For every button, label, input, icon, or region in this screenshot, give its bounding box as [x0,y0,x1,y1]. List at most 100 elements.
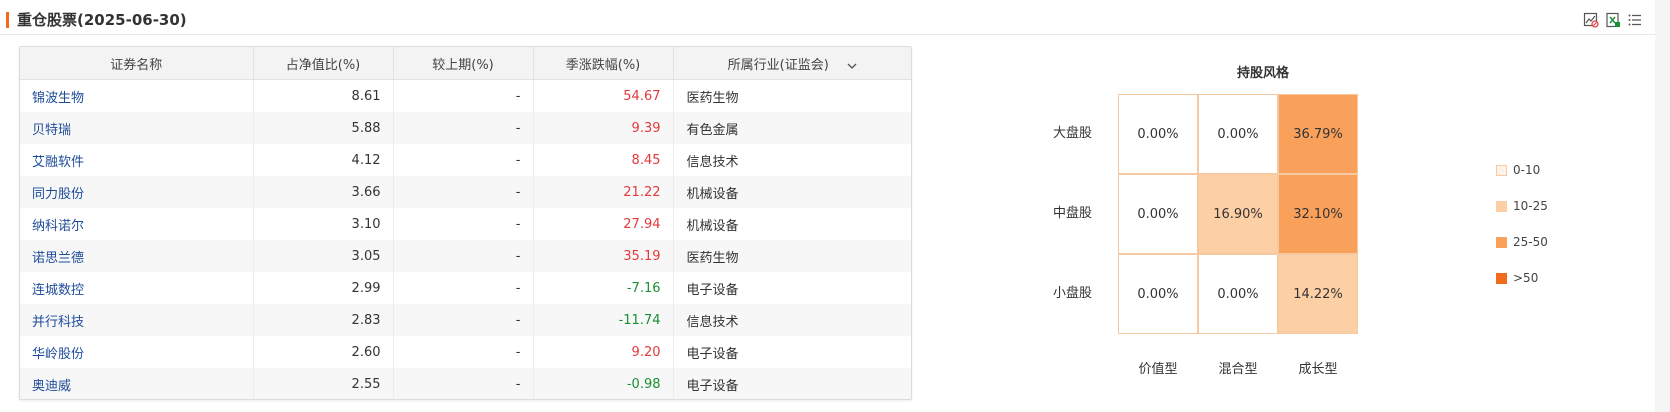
holdings-panel: 重仓股票(2025-06-30) 证券名称 占净值比(%) 较上期(%) 季涨跌… [0,0,1655,412]
cell-change: 27.94 [533,208,674,240]
legend-swatch [1496,164,1507,176]
col-header-prev[interactable]: 较上期(%) [393,47,534,80]
cell-pct: 3.10 [253,208,394,240]
style-cell: 0.00% [1198,254,1278,334]
list-menu-icon[interactable] [1627,12,1643,28]
security-link[interactable]: 贝特瑞 [32,123,71,138]
cell-security-name: 艾融软件 [20,144,254,176]
cell-change: 9.39 [533,112,674,144]
table-row: 连城数控 2.99- -7.16 电子设备 [20,272,911,304]
style-cell: 16.90% [1198,174,1278,254]
cell-pct: 4.12 [253,144,394,176]
cell-security-name: 连城数控 [20,272,254,304]
cell-industry: 医药生物 [673,240,911,272]
holdings-table: 证券名称 占净值比(%) 较上期(%) 季涨跌幅(%) 所属行业(证监会) 锦波… [19,46,912,400]
cell-pct: 3.05 [253,240,394,272]
style-cell: 0.00% [1118,254,1198,334]
cell-change: 8.45 [533,144,674,176]
table-row: 艾融软件 4.12-8.45 信息技术 [20,144,911,176]
excel-export-icon[interactable] [1605,12,1621,28]
cell-security-name: 华岭股份 [20,336,254,368]
legend-label: 25-50 [1513,235,1548,249]
row-label-small: 小盘股 [1053,286,1093,301]
table-row: 并行科技 2.83- -11.74 信息技术 [20,304,911,336]
cell-prev: - [393,144,534,176]
header-toolbar [1583,12,1643,28]
cell-industry: 有色金属 [673,112,911,144]
table-header-row: 证券名称 占净值比(%) 较上期(%) 季涨跌幅(%) 所属行业(证监会) [20,47,911,80]
col-label-value: 价值型 [1138,362,1178,377]
legend-swatch [1496,272,1507,284]
cell-change: 54.67 [533,79,674,112]
table-row: 锦波生物 8.61-54.67 医药生物 [20,79,911,112]
table-row: 纳科诺尔 3.10-27.94 机械设备 [20,208,911,240]
chart-export-icon[interactable] [1583,12,1599,28]
col-header-name[interactable]: 证券名称 [20,47,254,80]
legend-item: >50 [1496,269,1548,287]
cell-pct: 2.83 [253,304,394,336]
table-row: 奥迪威 2.55- -0.98 电子设备 [20,368,911,399]
security-link[interactable]: 诺思兰德 [32,251,84,266]
cell-industry: 医药生物 [686,90,739,106]
cell-prev: - [393,176,534,208]
cell-industry: 信息技术 [673,304,911,336]
chevron-down-icon[interactable] [847,58,857,73]
security-link[interactable]: 纳科诺尔 [32,219,84,234]
security-link[interactable]: 艾融软件 [32,155,84,170]
cell-change: -11.74 [533,304,674,336]
cell-security-name: 同力股份 [20,176,254,208]
legend-swatch [1496,200,1507,212]
cell-prev: - [393,112,534,144]
panel-title: 重仓股票(2025-06-30) [17,11,187,29]
cell-change: 21.22 [533,176,674,208]
col-header-industry[interactable]: 所属行业(证监会) [673,47,911,80]
cell-pct: 8.61 [253,79,394,112]
cell-prev: - [393,272,534,304]
cell-prev: - [393,240,534,272]
legend-item: 25-50 [1496,233,1548,251]
cell-change: 9.20 [533,336,674,368]
style-cell: 32.10% [1278,174,1358,254]
style-cell: 0.00% [1118,94,1198,174]
cell-security-name: 奥迪威 [20,368,254,399]
security-link[interactable]: 连城数控 [32,283,84,298]
cell-prev: - [393,79,534,112]
security-link[interactable]: 并行科技 [32,315,84,330]
cell-prev: - [393,336,534,368]
col-header-pct[interactable]: 占净值比(%) [253,47,394,80]
legend-label: 10-25 [1513,199,1548,213]
cell-change: -7.16 [533,272,674,304]
security-link[interactable]: 华岭股份 [32,347,84,362]
col-header-change[interactable]: 季涨跌幅(%) [533,47,674,80]
style-cell: 36.79% [1278,94,1358,174]
security-link[interactable]: 锦波生物 [32,91,84,106]
table-row: 同力股份 3.66-21.22 机械设备 [20,176,911,208]
cell-industry: 电子设备 [686,346,739,362]
title-accent-bar [6,12,9,28]
table-row: 诺思兰德 3.05-35.19 医药生物 [20,240,911,272]
cell-security-name: 锦波生物 [20,79,254,112]
table-row: 华岭股份 2.60-9.20 电子设备 [20,336,911,368]
cell-pct: 2.60 [253,336,394,368]
cell-security-name: 并行科技 [20,304,254,336]
cell-prev: - [393,208,534,240]
cell-pct: 3.66 [253,176,394,208]
style-cell: 0.00% [1198,94,1278,174]
table-row: 贝特瑞 5.88-9.39 有色金属 [20,112,911,144]
col-label-growth: 成长型 [1298,362,1338,377]
security-link[interactable]: 奥迪威 [32,379,71,394]
cell-industry: 机械设备 [686,218,739,234]
panel-header: 重仓股票(2025-06-30) [0,0,1655,35]
cell-industry: 电子设备 [673,368,911,399]
security-link[interactable]: 同力股份 [32,187,84,202]
legend-label: >50 [1513,271,1539,285]
cell-security-name: 贝特瑞 [20,112,254,144]
style-legend: 0-10 10-25 25-50 >50 [1496,161,1548,305]
style-box-title: 持股风格 [1236,66,1289,81]
cell-industry: 机械设备 [673,176,911,208]
cell-pct: 2.99 [253,272,394,304]
row-label-mid: 中盘股 [1053,206,1093,221]
cell-pct: 2.55 [253,368,394,399]
col-label-blend: 混合型 [1218,362,1258,377]
legend-item: 10-25 [1496,197,1548,215]
